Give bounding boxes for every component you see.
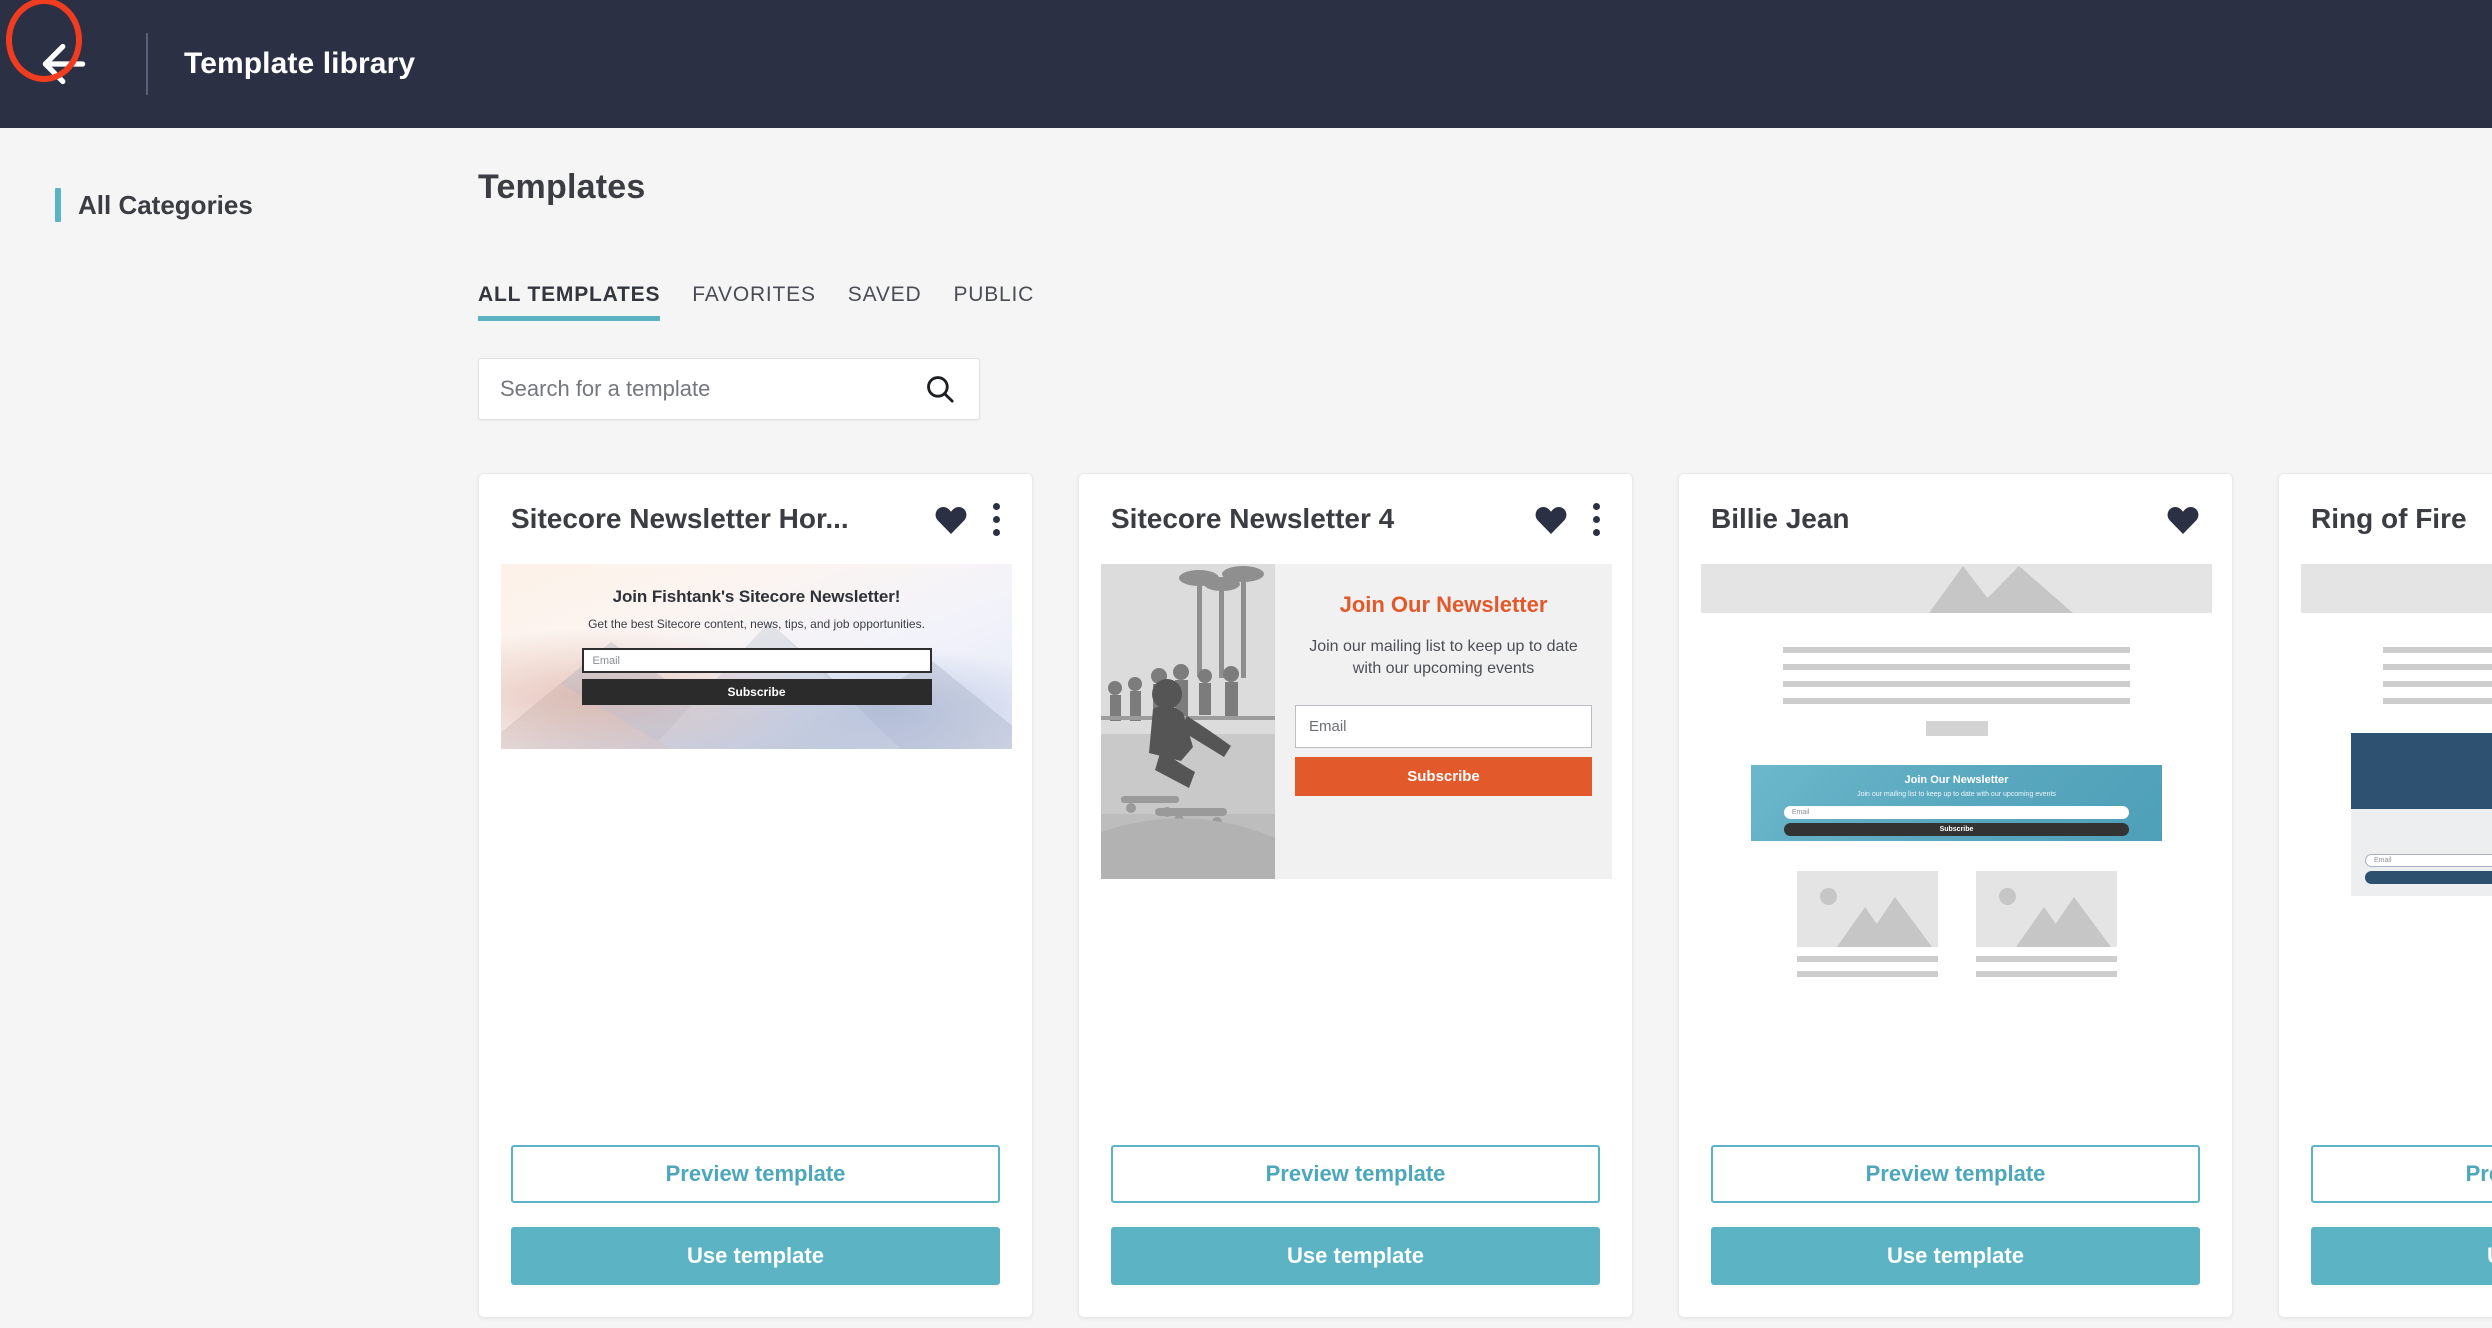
- use-template-button[interactable]: Use template: [511, 1227, 1000, 1285]
- tab-favorites[interactable]: FAVORITES: [692, 283, 826, 321]
- wireframe-hero-image: [2301, 564, 2492, 613]
- ring-newsletter-panel: Join Our Ne Join our mailing list to Ema…: [2351, 733, 2492, 896]
- skateboarder-photo: [1101, 564, 1275, 879]
- card-header: Sitecore Newsletter 4: [1079, 474, 1632, 564]
- card-title: Sitecore Newsletter 4: [1111, 503, 1395, 534]
- card-thumbnail: Join Our Ne Join our mailing list to Ema…: [2301, 564, 2492, 982]
- thumb-heading: Join Our Newsletter: [1904, 774, 2009, 786]
- card-thumbnail: Join Our Newsletter Join our mailing lis…: [1101, 564, 1612, 879]
- thumb-subscribe-button: [2365, 871, 2492, 884]
- card-header: Sitecore Newsletter Hor...: [479, 474, 1032, 564]
- use-template-button[interactable]: Use template: [2311, 1227, 2492, 1285]
- wireframe-newsletter-panel: Join Our Newsletter Join our mailing lis…: [1751, 765, 2162, 841]
- card-actions: Preview template Use template: [1711, 1145, 2200, 1285]
- search-input[interactable]: [479, 376, 923, 402]
- preview-template-button[interactable]: Preview template: [511, 1145, 1000, 1203]
- card-header: Ring of Fire: [2279, 474, 2492, 564]
- back-button[interactable]: [0, 0, 128, 128]
- thumb-email-field: Email: [1295, 705, 1592, 749]
- wireframe-hero-image: [1701, 564, 2212, 613]
- card-title: Ring of Fire: [2311, 503, 2467, 534]
- template-tabs: ALL TEMPLATES FAVORITES SAVED PUBLIC: [478, 283, 1066, 321]
- tab-public[interactable]: PUBLIC: [953, 283, 1044, 321]
- wireframe-text-lines: [2301, 613, 2492, 704]
- thumb-subtitle: Join our mailing list to keep up to date…: [1309, 638, 1578, 677]
- page-title: Template library: [184, 47, 416, 80]
- thumb-heading: Join Our Newsletter: [1339, 592, 1548, 617]
- tab-saved[interactable]: SAVED: [848, 283, 932, 321]
- wireframe-text-lines: [1701, 613, 2212, 704]
- card-thumbnail: Join Our Newsletter Join our mailing lis…: [1701, 564, 2212, 982]
- card-header: Billie Jean: [1679, 474, 2232, 564]
- thumb-subscribe-button: Subscribe: [1295, 757, 1592, 797]
- app-header: Template library: [0, 0, 2492, 128]
- template-card[interactable]: Sitecore Newsletter Hor... Join Fishtank…: [478, 473, 1033, 1318]
- thumb-heading: Join Fishtank's Sitecore Newsletter!: [612, 587, 901, 606]
- preview-template-button[interactable]: Preview template: [1711, 1145, 2200, 1203]
- preview-template-button[interactable]: Preview template: [2311, 1145, 2492, 1203]
- card-title: Sitecore Newsletter Hor...: [511, 503, 849, 534]
- card-menu-icon[interactable]: [1592, 502, 1600, 536]
- thumb-subtitle: Get the best Sitecore content, news, tip…: [588, 617, 925, 631]
- sidebar-active-accent: [55, 188, 61, 222]
- preview-template-button[interactable]: Preview template: [1111, 1145, 1600, 1203]
- thumbnail-skate: Join Our Newsletter Join our mailing lis…: [1101, 564, 1612, 879]
- templates-heading: Templates: [478, 168, 646, 206]
- use-template-button[interactable]: Use template: [1111, 1227, 1600, 1285]
- wireframe-button-placeholder: [1925, 721, 1988, 736]
- card-actions: Preview template Use template: [1111, 1145, 1600, 1285]
- template-card[interactable]: Ring of Fire Email Pr: [2278, 473, 2492, 1318]
- sidebar-item-all-categories[interactable]: All Categories: [55, 188, 253, 222]
- wireframe-image-placeholder: [1975, 871, 2117, 977]
- card-actions: Preview template Use template: [2311, 1145, 2492, 1285]
- card-actions: Preview template Use template: [511, 1145, 1000, 1285]
- template-grid: Sitecore Newsletter Hor... Join Fishtank…: [478, 473, 2492, 1318]
- use-template-button[interactable]: Use template: [1711, 1227, 2200, 1285]
- tab-all-templates[interactable]: ALL TEMPLATES: [478, 283, 670, 321]
- search-box[interactable]: [478, 358, 980, 420]
- wireframe-image-row: [1701, 871, 2212, 977]
- thumb-email-field: Email: [581, 648, 932, 673]
- heart-icon[interactable]: [1534, 504, 1568, 535]
- header-divider: [146, 33, 148, 95]
- arrow-left-icon: [42, 43, 86, 85]
- thumb-subscribe-button: Subscribe: [581, 679, 932, 705]
- thumbnail-fishtank: Join Fishtank's Sitecore Newsletter! Get…: [501, 564, 1012, 749]
- thumb-subscribe-button: Subscribe: [1783, 823, 2130, 836]
- page-body: All Categories Templates ALL TEMPLATES F…: [0, 128, 2492, 1328]
- card-title: Billie Jean: [1711, 503, 1850, 534]
- ring-photo-graphic: [2351, 733, 2492, 809]
- thumbnail-ring-of-fire: Join Our Ne Join our mailing list to Ema…: [2301, 564, 2492, 982]
- template-card[interactable]: Sitecore Newsletter 4 Join Our Newslette…: [1078, 473, 1633, 1318]
- wireframe-image-placeholder: [1796, 871, 1938, 977]
- card-thumbnail: Join Fishtank's Sitecore Newsletter! Get…: [501, 564, 1012, 749]
- template-card[interactable]: Billie Jean Join Our Newsletter Join our…: [1678, 473, 2233, 1318]
- main-content: Templates ALL TEMPLATES FAVORITES SAVED …: [478, 128, 2492, 1328]
- sidebar: All Categories: [0, 128, 478, 1328]
- card-menu-icon[interactable]: [992, 502, 1000, 536]
- sidebar-item-label: All Categories: [78, 189, 253, 220]
- heart-icon[interactable]: [2166, 504, 2200, 535]
- thumb-email-field: Email: [1783, 806, 2130, 819]
- heart-icon[interactable]: [934, 504, 968, 535]
- search-icon[interactable]: [923, 372, 957, 406]
- thumb-email-field: Email: [2365, 854, 2492, 867]
- thumb-subtitle: Join our mailing list to keep up to date…: [1857, 791, 2056, 798]
- thumbnail-wireframe: Join Our Newsletter Join our mailing lis…: [1701, 564, 2212, 982]
